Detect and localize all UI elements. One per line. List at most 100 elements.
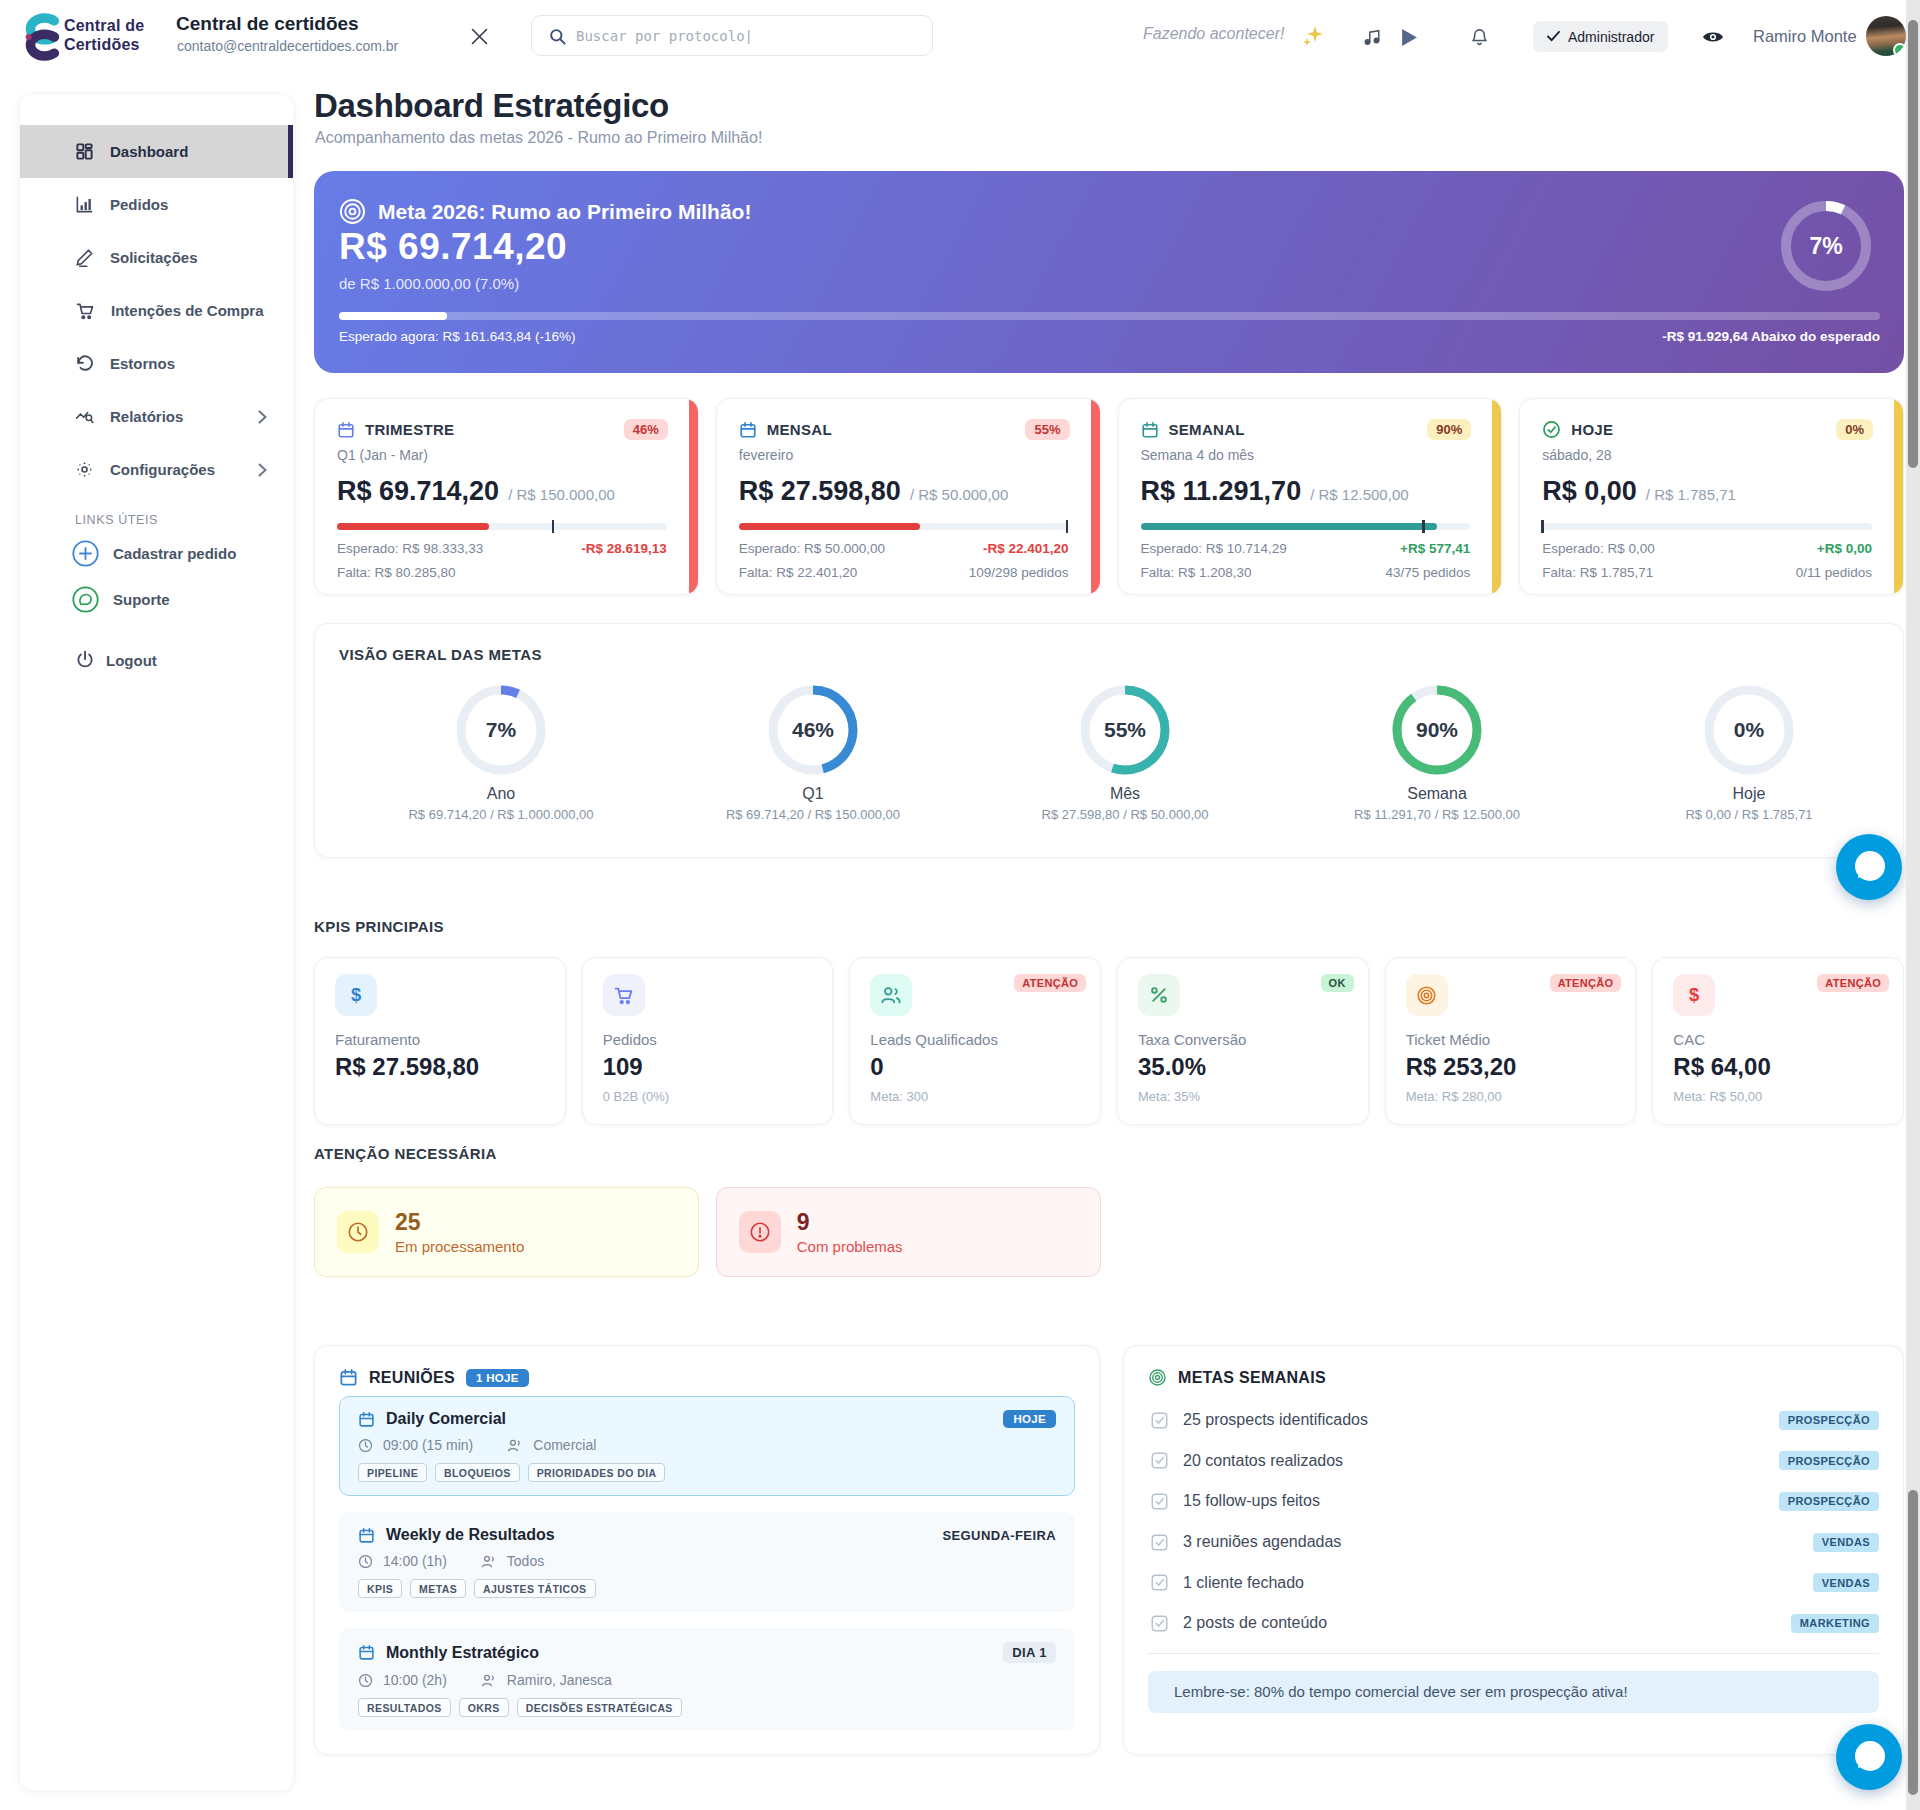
period-value: R$ 27.598,80: [739, 476, 901, 507]
sidebar-item-label: Pedidos: [110, 196, 168, 213]
meeting-daily-comercial[interactable]: Daily Comercial HOJE 09:00 (15 min) Come…: [339, 1396, 1075, 1496]
sidebar-item-dashboard[interactable]: Dashboard: [20, 125, 293, 178]
kpi-badge: ATENÇÃO: [1014, 974, 1086, 992]
sidebar-link-label: Cadastrar pedido: [113, 545, 236, 562]
attention-processing-card[interactable]: 25 Em processamento: [314, 1187, 699, 1277]
kpi-faturamento: $ Faturamento R$ 27.598,80: [314, 957, 566, 1125]
falta-label: Falta: R$ 1.208,30: [1141, 565, 1252, 580]
checkbox-icon[interactable]: [1151, 1574, 1168, 1591]
eye-icon[interactable]: [1702, 29, 1724, 45]
esperado-label: Esperado: R$ 50.000,00: [739, 541, 885, 556]
status-stripe: [689, 399, 698, 594]
sidebar-item-solicitacoes[interactable]: Solicitações: [20, 231, 293, 284]
esperado-label: Esperado: R$ 10.714,29: [1141, 541, 1287, 556]
attention-count: 25: [395, 1209, 524, 1236]
whatsapp-icon: [72, 586, 99, 613]
falta-label: Falta: R$ 22.401,20: [739, 565, 858, 580]
banner-below-expected: -R$ 91.929,64 Abaixo do esperado: [1662, 329, 1880, 344]
sidebar-item-estornos[interactable]: Estornos: [20, 337, 293, 390]
attention-problems-card[interactable]: 9 Com problemas: [716, 1187, 1101, 1277]
sidebar-logout[interactable]: Logout: [20, 637, 293, 683]
kpi-ticket-medio: ATENÇÃO Ticket Médio R$ 253,20 Meta: R$ …: [1385, 957, 1637, 1125]
kpi-sub: Meta: 35%: [1138, 1089, 1348, 1104]
search-input[interactable]: [576, 17, 916, 54]
target-icon: [1416, 985, 1437, 1006]
sidebar-item-label: Estornos: [110, 355, 175, 372]
sidebar-item-configuracoes[interactable]: Configurações: [20, 443, 293, 496]
chat-button[interactable]: [1836, 1724, 1902, 1790]
play-icon[interactable]: [1401, 28, 1418, 47]
goal-category-badge: VENDAS: [1813, 1573, 1879, 1592]
checkbox-icon[interactable]: [1151, 1534, 1168, 1551]
scrollbar-thumb[interactable]: [1908, 20, 1918, 468]
meeting-attendees: Todos: [507, 1553, 544, 1569]
esperado-label: Esperado: R$ 98.333,33: [337, 541, 483, 556]
period-label: sábado, 28: [1542, 447, 1881, 463]
checkbox-icon[interactable]: [1151, 1493, 1168, 1510]
period-progress: [739, 523, 1069, 530]
overview-donut-mes: 55% Mês R$ 27.598,80 / R$ 50.000,00: [969, 684, 1281, 822]
pedidos-label: 0/11 pedidos: [1796, 565, 1872, 580]
meta-2026-banner: Meta 2026: Rumo ao Primeiro Milhão! R$ 6…: [314, 171, 1904, 373]
kpi-label: Ticket Médio: [1406, 1031, 1616, 1048]
pedidos-label: 109/298 pedidos: [969, 565, 1069, 580]
falta-label: Falta: R$ 1.785,71: [1542, 565, 1653, 580]
period-card-mensal: MENSAL 55% fevereiro R$ 27.598,80/ R$ 50…: [716, 398, 1101, 595]
period-card-hoje: HOJE 0% sábado, 28 R$ 0,00/ R$ 1.785,71 …: [1519, 398, 1904, 595]
kpi-pedidos: Pedidos 109 0 B2B (0%): [582, 957, 834, 1125]
brand-name: Central deCertidões: [64, 16, 144, 54]
sidebar-link-suporte[interactable]: Suporte: [20, 576, 293, 622]
kpi-label: Leads Qualificados: [870, 1031, 1080, 1048]
period-card-semanal: SEMANAL 90% Semana 4 do mês R$ 11.291,70…: [1118, 398, 1503, 595]
target-icon: [339, 198, 366, 225]
checkbox-icon[interactable]: [1151, 1452, 1168, 1469]
sidebar-item-intencoes[interactable]: Intenções de Compra: [20, 284, 293, 337]
sidebar-item-relatorios[interactable]: Relatórios: [20, 390, 293, 443]
status-stripe: [1091, 399, 1100, 594]
sidebar-item-label: Configurações: [110, 461, 215, 478]
music-icon[interactable]: [1363, 27, 1381, 48]
checkbox-icon[interactable]: [1151, 1412, 1168, 1429]
chat-button[interactable]: [1836, 834, 1902, 900]
search-icon: [548, 27, 567, 46]
kpi-cards-row: $ Faturamento R$ 27.598,80 Pedidos 109 0…: [314, 957, 1904, 1125]
meeting-monthly-estrategico[interactable]: Monthly Estratégico DIA 1 10:00 (2h) Ram…: [339, 1628, 1075, 1731]
notifications-bell-icon[interactable]: [1470, 26, 1489, 48]
kpi-value: R$ 253,20: [1406, 1053, 1616, 1081]
goal-category-badge: VENDAS: [1813, 1533, 1879, 1552]
banner-value: R$ 69.714,20: [339, 226, 567, 268]
overview-donut-ano: 7% Ano R$ 69.714,20 / R$ 1.000.000,00: [345, 684, 657, 822]
checkbox-icon[interactable]: [1151, 1615, 1168, 1632]
close-icon[interactable]: [469, 26, 490, 47]
user-name[interactable]: Ramiro Monte: [1753, 27, 1857, 46]
pedidos-label: 43/75 pedidos: [1385, 565, 1470, 580]
goal-text: 25 prospects identificados: [1183, 1411, 1368, 1429]
kpi-leads: ATENÇÃO Leads Qualificados 0 Meta: 300: [849, 957, 1101, 1125]
meeting-tag: RESULTADOS: [358, 1698, 451, 1717]
sidebar-link-cadastrar[interactable]: Cadastrar pedido: [20, 530, 293, 576]
kpi-label: Pedidos: [603, 1031, 813, 1048]
delta-label: +R$ 577,41: [1400, 541, 1470, 556]
avatar[interactable]: [1866, 16, 1906, 56]
power-icon: [75, 650, 95, 670]
dashboard-grid-icon: [75, 142, 94, 161]
period-card-title: MENSAL: [767, 421, 832, 438]
banner-progress: [339, 312, 1880, 320]
period-label: Q1 (Jan - Mar): [337, 447, 676, 463]
sidebar-item-pedidos[interactable]: Pedidos: [20, 178, 293, 231]
delta-label: +R$ 0,00: [1817, 541, 1872, 556]
sidebar-logout-label: Logout: [106, 652, 157, 669]
period-progress: [1542, 523, 1872, 530]
chevron-right-icon: [258, 463, 267, 477]
period-target: / R$ 1.785,71: [1646, 486, 1736, 503]
role-badge[interactable]: Administrador: [1533, 21, 1668, 52]
goal-row: 20 contatos realizados PROSPECÇÃO: [1151, 1441, 1879, 1482]
scrollbar-thumb[interactable]: [1908, 1490, 1918, 1795]
meeting-day-badge: SEGUNDA-FEIRA: [942, 1528, 1056, 1543]
meeting-weekly-resultados[interactable]: Weekly de Resultados SEGUNDA-FEIRA 14:00…: [339, 1512, 1075, 1612]
dollar-icon: $: [1684, 984, 1704, 1006]
kpi-label: CAC: [1673, 1031, 1883, 1048]
meetings-card: REUNIÕES 1 HOJE Daily Comercial HOJE 09:…: [314, 1345, 1100, 1755]
sidebar-item-label: Relatórios: [110, 408, 183, 425]
kpi-cac: $ ATENÇÃO CAC R$ 64,00 Meta: R$ 50,00: [1652, 957, 1904, 1125]
